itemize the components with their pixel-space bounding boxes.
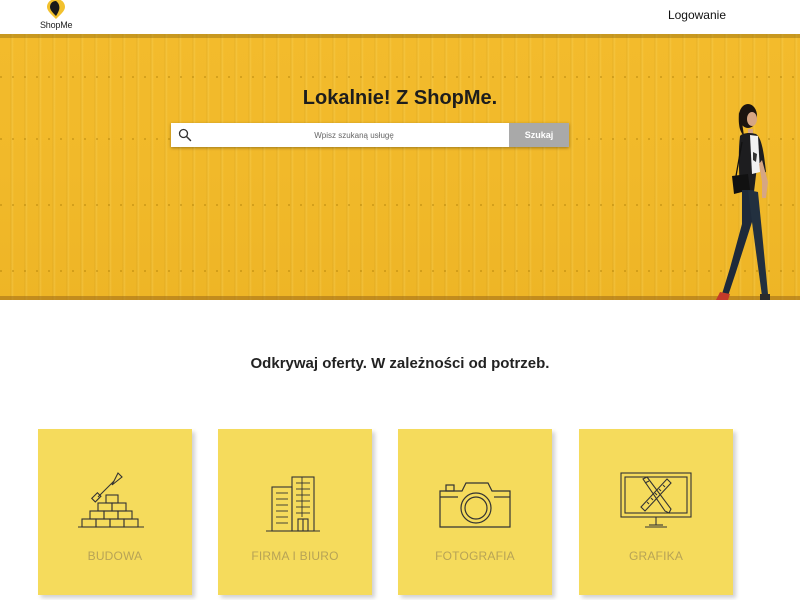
camera-icon: [439, 482, 511, 528]
location-pin-logo-icon: [47, 0, 65, 19]
wall-texture: [0, 270, 800, 272]
search-button[interactable]: Szukaj: [509, 123, 569, 147]
hero-banner: Lokalnie! Z ShopMe. Szukaj: [0, 34, 800, 300]
construction-icon: [78, 472, 144, 528]
office-building-icon: [266, 476, 320, 532]
graphic-design-icon: [620, 472, 692, 528]
shopme-logo[interactable]: ShopMe: [38, 0, 78, 32]
category-card-grafika[interactable]: GRAFIKA: [579, 429, 733, 595]
category-cards: BUDOWA FIRMA I BIURO FOTOGRAFIA GRAFIKA: [38, 429, 768, 600]
login-link[interactable]: Logowanie: [668, 8, 726, 22]
category-label: BUDOWA: [87, 549, 143, 563]
wall-texture: [0, 204, 800, 206]
search-input[interactable]: [199, 123, 509, 147]
category-card-budowa[interactable]: BUDOWA: [38, 429, 192, 595]
offers-section-title: Odkrywaj oferty. W zależności od potrzeb…: [250, 355, 550, 372]
category-card-firma-i-biuro[interactable]: FIRMA I BIURO: [218, 429, 372, 595]
category-label: FOTOGRAFIA: [435, 549, 515, 563]
category-label: FIRMA I BIURO: [251, 549, 339, 563]
wall-texture: [0, 76, 800, 78]
logo-text: ShopMe: [40, 20, 73, 30]
hero-title: Lokalnie! Z ShopMe.: [302, 87, 498, 109]
search-icon: [178, 128, 192, 142]
top-navbar: ShopMe Logowanie: [0, 0, 800, 34]
category-card-fotografia[interactable]: FOTOGRAFIA: [398, 429, 552, 595]
category-label: GRAFIKA: [628, 549, 684, 563]
hero-bottom-edge: [0, 296, 800, 300]
search-bar: Szukaj: [171, 123, 569, 147]
walking-woman-image: [716, 104, 770, 300]
